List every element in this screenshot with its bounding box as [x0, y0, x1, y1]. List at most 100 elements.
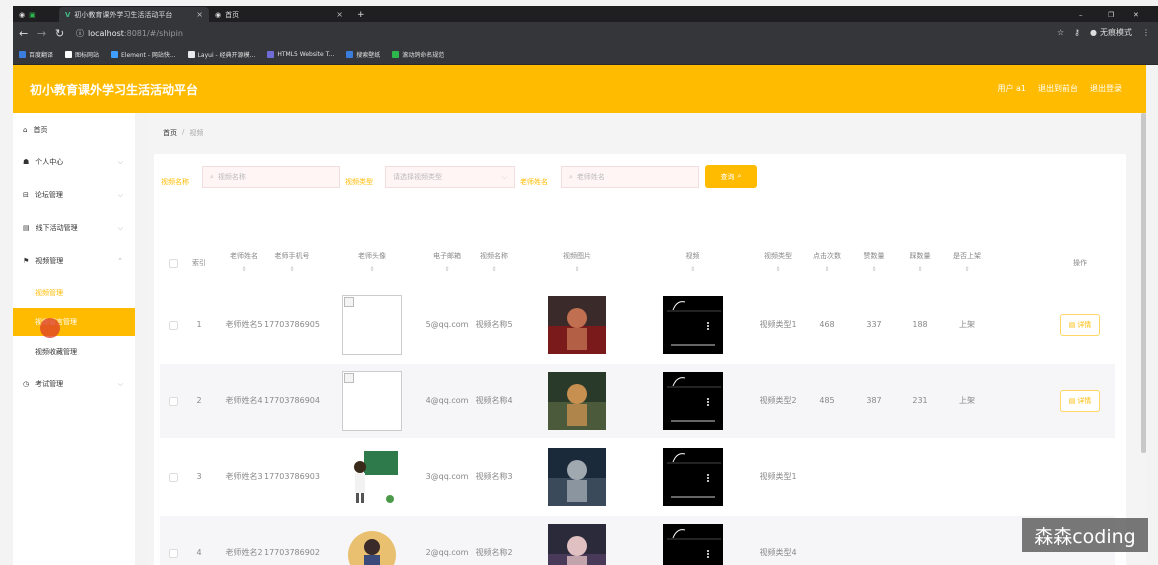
column-header: 视频名称 ⇕ [472, 238, 516, 288]
checkbox[interactable] [168, 320, 178, 330]
video-type-select[interactable]: 请选择视频类型 ⌵ [385, 166, 515, 188]
sort-icon[interactable]: ⇕ [491, 263, 496, 277]
bookmark-item[interactable]: 图标网站 [65, 50, 99, 59]
globe-icon: ◉ [215, 10, 222, 19]
sort-icon[interactable]: ⇕ [917, 263, 922, 277]
sort-icon[interactable]: ⇕ [444, 263, 449, 277]
minimize-button[interactable]: – [1073, 7, 1089, 22]
table-row[interactable]: 2 老师姓名4 17703786904 4@qq.com 视频名称4 视频类型2 485 38… [160, 364, 1115, 438]
table-row[interactable]: 4 老师姓名2 17703786902 2@qq.com 视频名称2 视频类型4 [160, 516, 1115, 565]
browser-menu[interactable]: ◉ ▣ [13, 7, 53, 22]
select-all-checkbox[interactable] [160, 238, 186, 288]
tab-close-icon[interactable]: × [336, 10, 343, 19]
column-header-label: 操作 [1073, 259, 1087, 267]
star-icon[interactable]: ☆ [1057, 28, 1064, 37]
checkbox[interactable] [168, 548, 178, 558]
sidebar-item-home[interactable]: ⌂ 首页 [13, 115, 135, 145]
submenu-video-manage[interactable]: 视频管理 [13, 279, 135, 307]
broken-image-icon [344, 297, 354, 307]
video-player-thumbnail[interactable] [662, 524, 723, 565]
video-name-input[interactable]: ⌕ 视频名称 [202, 166, 340, 188]
search-button[interactable]: 查询 ⌕ [705, 165, 757, 188]
table-row[interactable]: 1 老师姓名5 17703786905 5@qq.com 视频名称5 视频类型1 468 33… [160, 288, 1115, 362]
sort-icon[interactable]: ⇕ [775, 263, 780, 277]
sort-icon[interactable]: ⇕ [574, 263, 579, 277]
bookmark-icon [267, 51, 275, 58]
app-header: 初小教育课外学习生活活动平台 用户 a1 退出到前台 退出登录 [13, 65, 1146, 113]
video-poster-image [548, 296, 606, 354]
cell-text: 视频名称4 [475, 396, 513, 405]
restore-button[interactable]: ❐ [1102, 7, 1118, 22]
column-header: 视频 ⇕ [640, 238, 745, 288]
bookmark-item[interactable]: Layui - 经典开源模... [187, 50, 255, 59]
logout-link[interactable]: 退出登录 [1090, 83, 1122, 94]
detail-button[interactable]: ▤ 详情 [1060, 314, 1100, 336]
table-row[interactable]: 3 老师姓名3 17703786903 3@qq.com 视频名称3 视频类型1 [160, 440, 1115, 514]
more-menu-icon[interactable]: ⋮ [1142, 28, 1150, 37]
close-window-button[interactable]: ✕ [1127, 7, 1143, 22]
cell-status [947, 440, 987, 514]
video-player-thumbnail[interactable] [662, 448, 723, 506]
bookmark-item[interactable]: HTML5 Website T... [267, 51, 334, 58]
back-arrow-icon[interactable]: ← [19, 27, 28, 40]
checkbox[interactable] [168, 258, 178, 268]
cell-status: 上架 [947, 288, 987, 362]
checkbox[interactable] [168, 396, 178, 406]
bookmark-item[interactable]: 搜索壁纸 [346, 50, 380, 59]
tab-title: 首页 [225, 10, 240, 19]
tab-close-icon[interactable]: × [196, 10, 203, 19]
cell-text: 视频名称3 [475, 472, 513, 481]
key-icon[interactable]: ⚷ [1074, 28, 1080, 37]
new-tab-button[interactable]: + [351, 7, 371, 22]
chevron-down-icon: ⌵ [117, 379, 123, 388]
reload-icon[interactable]: ↻ [55, 27, 64, 40]
column-header: 视频图片 ⇕ [522, 238, 632, 288]
search-button-label: 查询 [720, 172, 735, 181]
back-to-front-link[interactable]: 退出到前台 [1038, 83, 1078, 94]
main-content: 首页 / 视频 视频名称 ⌕ 视频名称 视频类型 请选择视频类型 ⌵ 老师姓名 … [148, 113, 1146, 565]
cell-text: 视频类型2 [759, 396, 797, 405]
video-player-thumbnail[interactable] [662, 372, 723, 430]
bookmark-item[interactable]: 百度翻译 [19, 50, 53, 59]
cell-clicks [806, 516, 848, 565]
sidebar-item-video[interactable]: ⚑ 视频管理 ⌃ [13, 246, 135, 276]
user-icon: ☗ [23, 158, 30, 166]
submenu-video-favorites[interactable]: 视频收藏管理 [13, 338, 135, 366]
tab-home[interactable]: ◉ 首页 × [209, 7, 349, 22]
browser-tab-bar: ◉ ▣ V 初小教育课外学习生活活动平台 × ◉ 首页 × + – ❐ ✕ [13, 6, 1158, 22]
bookmark-label: 图标网站 [75, 52, 100, 59]
sidebar-item-offline-activity[interactable]: ▤ 线下活动管理 ⌵ [13, 213, 135, 243]
column-header: 老师姓名 ⇕ [220, 238, 268, 288]
sidebar-item-label: 考试管理 [35, 380, 64, 388]
page-scrollbar[interactable] [1141, 113, 1146, 453]
chevron-down-icon: ⌵ [117, 157, 123, 166]
incognito-badge[interactable]: ● 无痕模式 [1090, 27, 1132, 38]
checkbox[interactable] [168, 472, 178, 482]
sort-icon[interactable]: ⇕ [241, 263, 246, 277]
tab-active[interactable]: V 初小教育课外学习生活活动平台 × [59, 7, 209, 22]
bookmark-item[interactable]: Element - 网站快... [111, 50, 176, 59]
cell-dislikes [900, 516, 940, 565]
video-player-thumbnail[interactable] [662, 296, 723, 354]
submenu-video-comments[interactable]: 视频留言管理 [13, 308, 135, 336]
video-cell [640, 440, 745, 514]
cell-clicks: 468 [806, 288, 848, 362]
address-bar[interactable]: ⓘ localhost:8081/#/shipin [76, 25, 1031, 42]
breadcrumb-home[interactable]: 首页 [163, 128, 177, 138]
cell-type: 视频类型4 [758, 516, 798, 565]
teacher-name-input[interactable]: ⌕ 老师姓名 [561, 166, 699, 188]
detail-button[interactable]: ▤ 详情 [1060, 390, 1100, 412]
bookmark-item[interactable]: 滚动鸽命名规范 [392, 50, 444, 59]
sidebar-item-exam[interactable]: ◷ 考试管理 ⌵ [13, 369, 135, 399]
forward-arrow-icon[interactable]: → [37, 27, 46, 40]
sort-icon[interactable]: ⇕ [964, 263, 969, 277]
sort-icon[interactable]: ⇕ [871, 263, 876, 277]
sort-icon[interactable]: ⇕ [690, 263, 695, 277]
sort-icon[interactable]: ⇕ [289, 263, 294, 277]
sidebar-item-forum[interactable]: ⊟ 论坛管理 ⌵ [13, 180, 135, 210]
sidebar-item-label: 个人中心 [35, 158, 64, 166]
sort-icon[interactable]: ⇕ [824, 263, 829, 277]
avatar-cell [322, 364, 422, 438]
sidebar-item-profile[interactable]: ☗ 个人中心 ⌵ [13, 147, 135, 177]
sort-icon[interactable]: ⇕ [369, 263, 374, 277]
